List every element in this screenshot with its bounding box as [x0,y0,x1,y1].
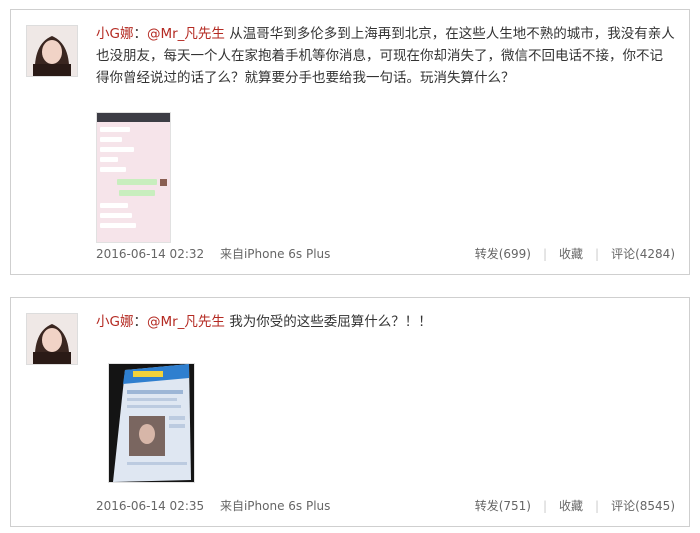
mention-link[interactable]: @Mr_凡先生 [147,314,225,330]
post-image-thumbnail[interactable] [108,363,195,483]
post-time[interactable]: 2016-06-14 02:32 [96,247,204,261]
post-source: 来自iPhone 6s Plus [219,499,331,513]
favorite-button[interactable]: 收藏 [559,247,583,261]
repost-button[interactable]: 转发(751) [475,499,531,513]
colon-separator: ： [133,314,147,330]
post-source: 来自iPhone 6s Plus [219,247,331,261]
post-image-thumbnail[interactable] [96,112,171,243]
repost-button[interactable]: 转发(699) [475,247,531,261]
user-avatar[interactable] [26,25,78,77]
user-avatar[interactable] [26,313,78,365]
divider: | [595,247,600,261]
divider: | [542,499,548,513]
post-text: 小G娜：@Mr_凡先生 我为你受的这些委屈算什么？！！ [96,311,675,333]
weibo-post-1: 小G娜：@Mr_凡先生 从温哥华到多伦多到上海再到北京，在这些人生地不熟的城市，… [10,9,690,275]
mention-link[interactable]: @Mr_凡先生 [147,26,225,42]
post-meta: 2016-06-14 02:32 来自iPhone 6s Plus 转发(699… [96,245,675,263]
post-body: 我为你受的这些委屈算什么？！！ [224,314,432,330]
post-text: 小G娜：@Mr_凡先生 从温哥华到多伦多到上海再到北京，在这些人生地不熟的城市，… [96,23,675,89]
post-time[interactable]: 2016-06-14 02:35 [96,499,204,513]
comment-button[interactable]: 评论(4284) [611,247,675,261]
weibo-post-2: 小G娜：@Mr_凡先生 我为你受的这些委屈算什么？！！ 2016-06-14 0… [10,297,690,527]
divider: | [542,247,548,261]
favorite-button[interactable]: 收藏 [559,499,583,513]
colon-separator: ： [133,26,147,42]
divider: | [595,499,600,513]
username-link[interactable]: 小G娜 [96,314,133,330]
comment-button[interactable]: 评论(8545) [611,499,675,513]
username-link[interactable]: 小G娜 [96,26,133,42]
post-meta: 2016-06-14 02:35 来自iPhone 6s Plus 转发(751… [96,497,675,515]
